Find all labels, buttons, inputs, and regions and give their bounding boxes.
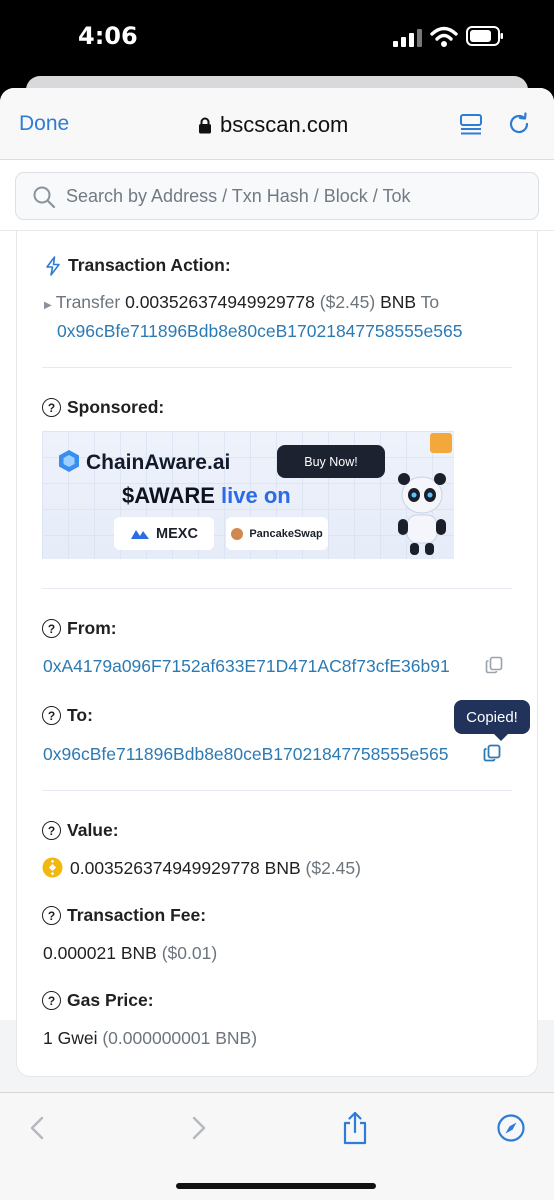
- banner-mascot-face-icon: [430, 433, 452, 453]
- copy-from-icon[interactable]: [485, 656, 503, 674]
- transfer-to-address-link[interactable]: 0x96cBfe711896Bdb8e80ceB17021847758555e5…: [57, 321, 462, 342]
- wifi-icon: [430, 26, 458, 47]
- banner-headline: $AWARE live on: [122, 483, 291, 509]
- reader-mode-icon[interactable]: [459, 112, 483, 136]
- status-time: 4:06: [78, 22, 138, 50]
- banner-headline-live: live on: [221, 483, 291, 508]
- copy-to-icon[interactable]: [483, 744, 501, 762]
- sponsored-banner[interactable]: ChainAware.ai Buy Now! $AWARE live on ME…: [42, 431, 454, 559]
- banner-mexc-pill: MEXC: [114, 517, 214, 550]
- mexc-logo-icon: [131, 529, 150, 539]
- pancakeswap-logo-icon: [231, 527, 244, 540]
- transaction-details-card: [16, 231, 538, 1077]
- chainaware-logo-icon: [59, 450, 79, 472]
- compass-icon[interactable]: [496, 1113, 526, 1143]
- search-input[interactable]: [66, 173, 526, 219]
- done-button[interactable]: Done: [19, 112, 69, 136]
- banner-headline-token: $AWARE: [122, 483, 215, 508]
- reload-icon[interactable]: [506, 111, 532, 137]
- banner-exchange-1: MEXC: [156, 525, 198, 542]
- search-box[interactable]: [15, 172, 539, 220]
- browser-nav-bar: Done bscscan.com: [0, 88, 554, 160]
- to-address-link[interactable]: 0x96cBfe711896Bdb8e80ceB17021847758555e5…: [43, 744, 448, 765]
- banner-brand: ChainAware.ai: [86, 451, 231, 474]
- lock-icon: [199, 117, 211, 133]
- banner-exchange-2: PancakeSwap: [249, 527, 323, 540]
- cellular-signal-icon: [393, 29, 422, 47]
- search-icon: [33, 186, 56, 209]
- banner-buy-button[interactable]: Buy Now!: [277, 445, 385, 478]
- banner-pancakeswap-pill: PancakeSwap: [226, 517, 328, 550]
- back-icon[interactable]: [24, 1113, 52, 1143]
- share-icon[interactable]: [340, 1111, 370, 1145]
- battery-icon: [466, 26, 503, 46]
- home-indicator: [176, 1183, 376, 1189]
- from-address-link[interactable]: 0xA4179a096F7152af633E71D471AC8f73cfE36b…: [43, 656, 450, 677]
- forward-icon[interactable]: [184, 1113, 212, 1143]
- address-bar[interactable]: bscscan.com: [198, 110, 348, 140]
- web-page: [0, 160, 554, 1077]
- status-bar: 4:06: [0, 0, 554, 80]
- url-text: bscscan.com: [220, 112, 349, 137]
- browser-sheet: Done bscscan.com: [0, 88, 554, 1200]
- panda-robot-icon: [398, 473, 446, 555]
